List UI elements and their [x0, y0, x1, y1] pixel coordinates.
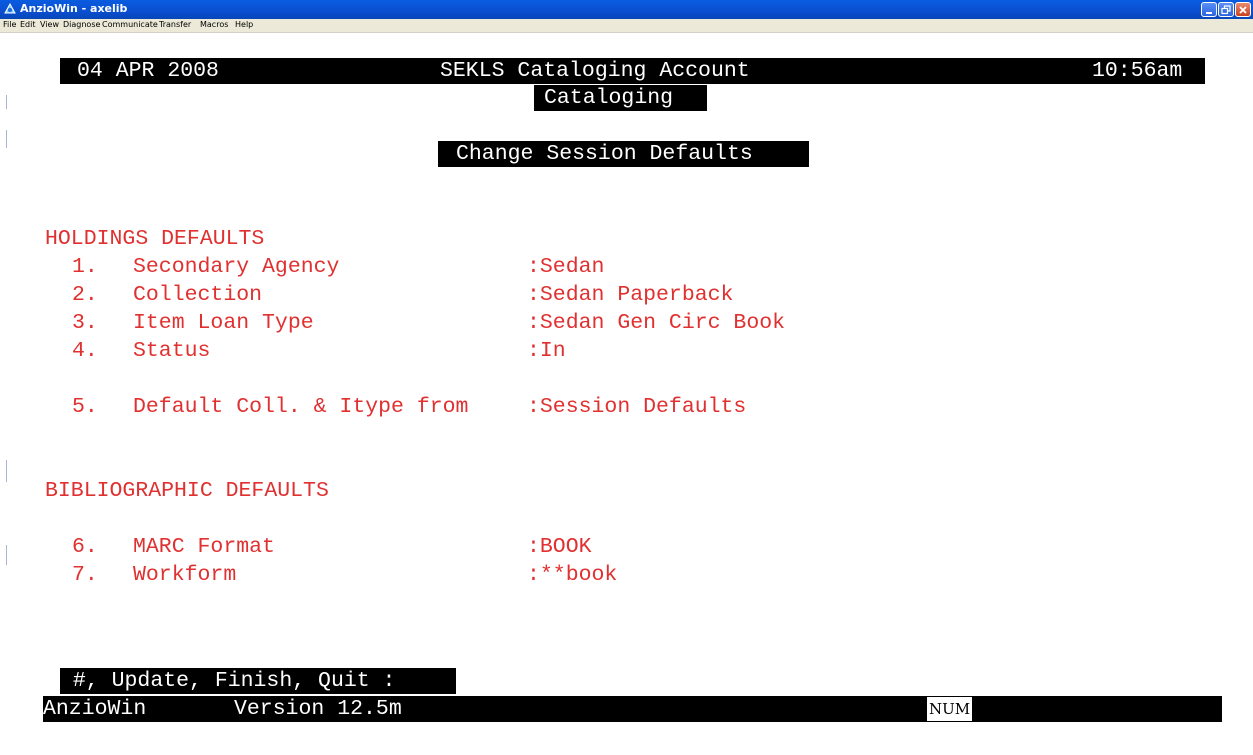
option-label: Workform — [133, 563, 237, 587]
minimize-button[interactable] — [1201, 2, 1217, 17]
num-lock-indicator: NUM — [927, 697, 973, 721]
header-account: SEKLS Cataloging Account — [440, 58, 750, 84]
status-bar — [43, 696, 1222, 722]
edge-mark — [6, 460, 7, 482]
edge-mark — [6, 95, 7, 109]
menu-communicate[interactable]: Communicate — [102, 20, 158, 29]
option-label: Status — [133, 339, 211, 363]
restore-icon — [1221, 4, 1231, 14]
menu-file[interactable]: File — [3, 20, 16, 29]
title-bar[interactable]: AnzioWin - axelib — [0, 0, 1253, 19]
header-date: 04 APR 2008 — [77, 58, 219, 84]
menu-transfer[interactable]: Transfer — [159, 20, 191, 29]
header-module: Cataloging — [544, 85, 674, 111]
option-label: Collection — [133, 283, 263, 307]
option-number: 2. — [72, 283, 98, 307]
option-value: :Sedan Gen Circ Book — [527, 311, 786, 335]
menu-help[interactable]: Help — [235, 20, 253, 29]
bibliographic-heading: BIBLIOGRAPHIC DEFAULTS — [45, 479, 329, 503]
option-value: :**book — [527, 563, 618, 587]
option-value: :Session Defaults — [527, 395, 747, 419]
restore-button[interactable] — [1218, 2, 1234, 17]
option-number: 3. — [72, 311, 98, 335]
status-app-name: AnzioWin — [43, 696, 147, 722]
option-value: :Sedan Paperback — [527, 283, 734, 307]
option-number: 7. — [72, 563, 98, 587]
option-label: Default Coll. & Itype from — [133, 395, 469, 419]
close-button[interactable] — [1235, 2, 1251, 17]
option-number: 1. — [72, 255, 98, 279]
option-value: :In — [527, 339, 566, 363]
header-time: 10:56am — [1092, 58, 1183, 84]
status-version: Version 12.5m — [234, 696, 402, 722]
menu-edit[interactable]: Edit — [20, 20, 36, 29]
close-icon — [1239, 5, 1247, 14]
menu-bar: File Edit View Diagnose Communicate Tran… — [0, 19, 1253, 33]
holdings-heading: HOLDINGS DEFAULTS — [45, 227, 265, 251]
menu-diagnose[interactable]: Diagnose — [63, 20, 100, 29]
screen-title: Change Session Defaults — [456, 141, 753, 167]
menu-view[interactable]: View — [40, 20, 59, 29]
option-number: 6. — [72, 535, 98, 559]
option-value: :BOOK — [527, 535, 592, 559]
option-number: 5. — [72, 395, 98, 419]
window-title: AnzioWin - axelib — [20, 2, 128, 15]
command-prompt[interactable]: #, Update, Finish, Quit : — [60, 668, 409, 694]
minimize-icon — [1206, 11, 1212, 14]
anziowin-app-icon — [4, 2, 16, 14]
option-label: Item Loan Type — [133, 311, 314, 335]
option-label: MARC Format — [133, 535, 275, 559]
edge-mark — [6, 130, 7, 148]
edge-mark — [6, 545, 7, 565]
menu-macros[interactable]: Macros — [200, 20, 228, 29]
option-value: :Sedan — [527, 255, 605, 279]
option-label: Secondary Agency — [133, 255, 340, 279]
option-number: 4. — [72, 339, 98, 363]
text-cursor — [456, 668, 467, 694]
